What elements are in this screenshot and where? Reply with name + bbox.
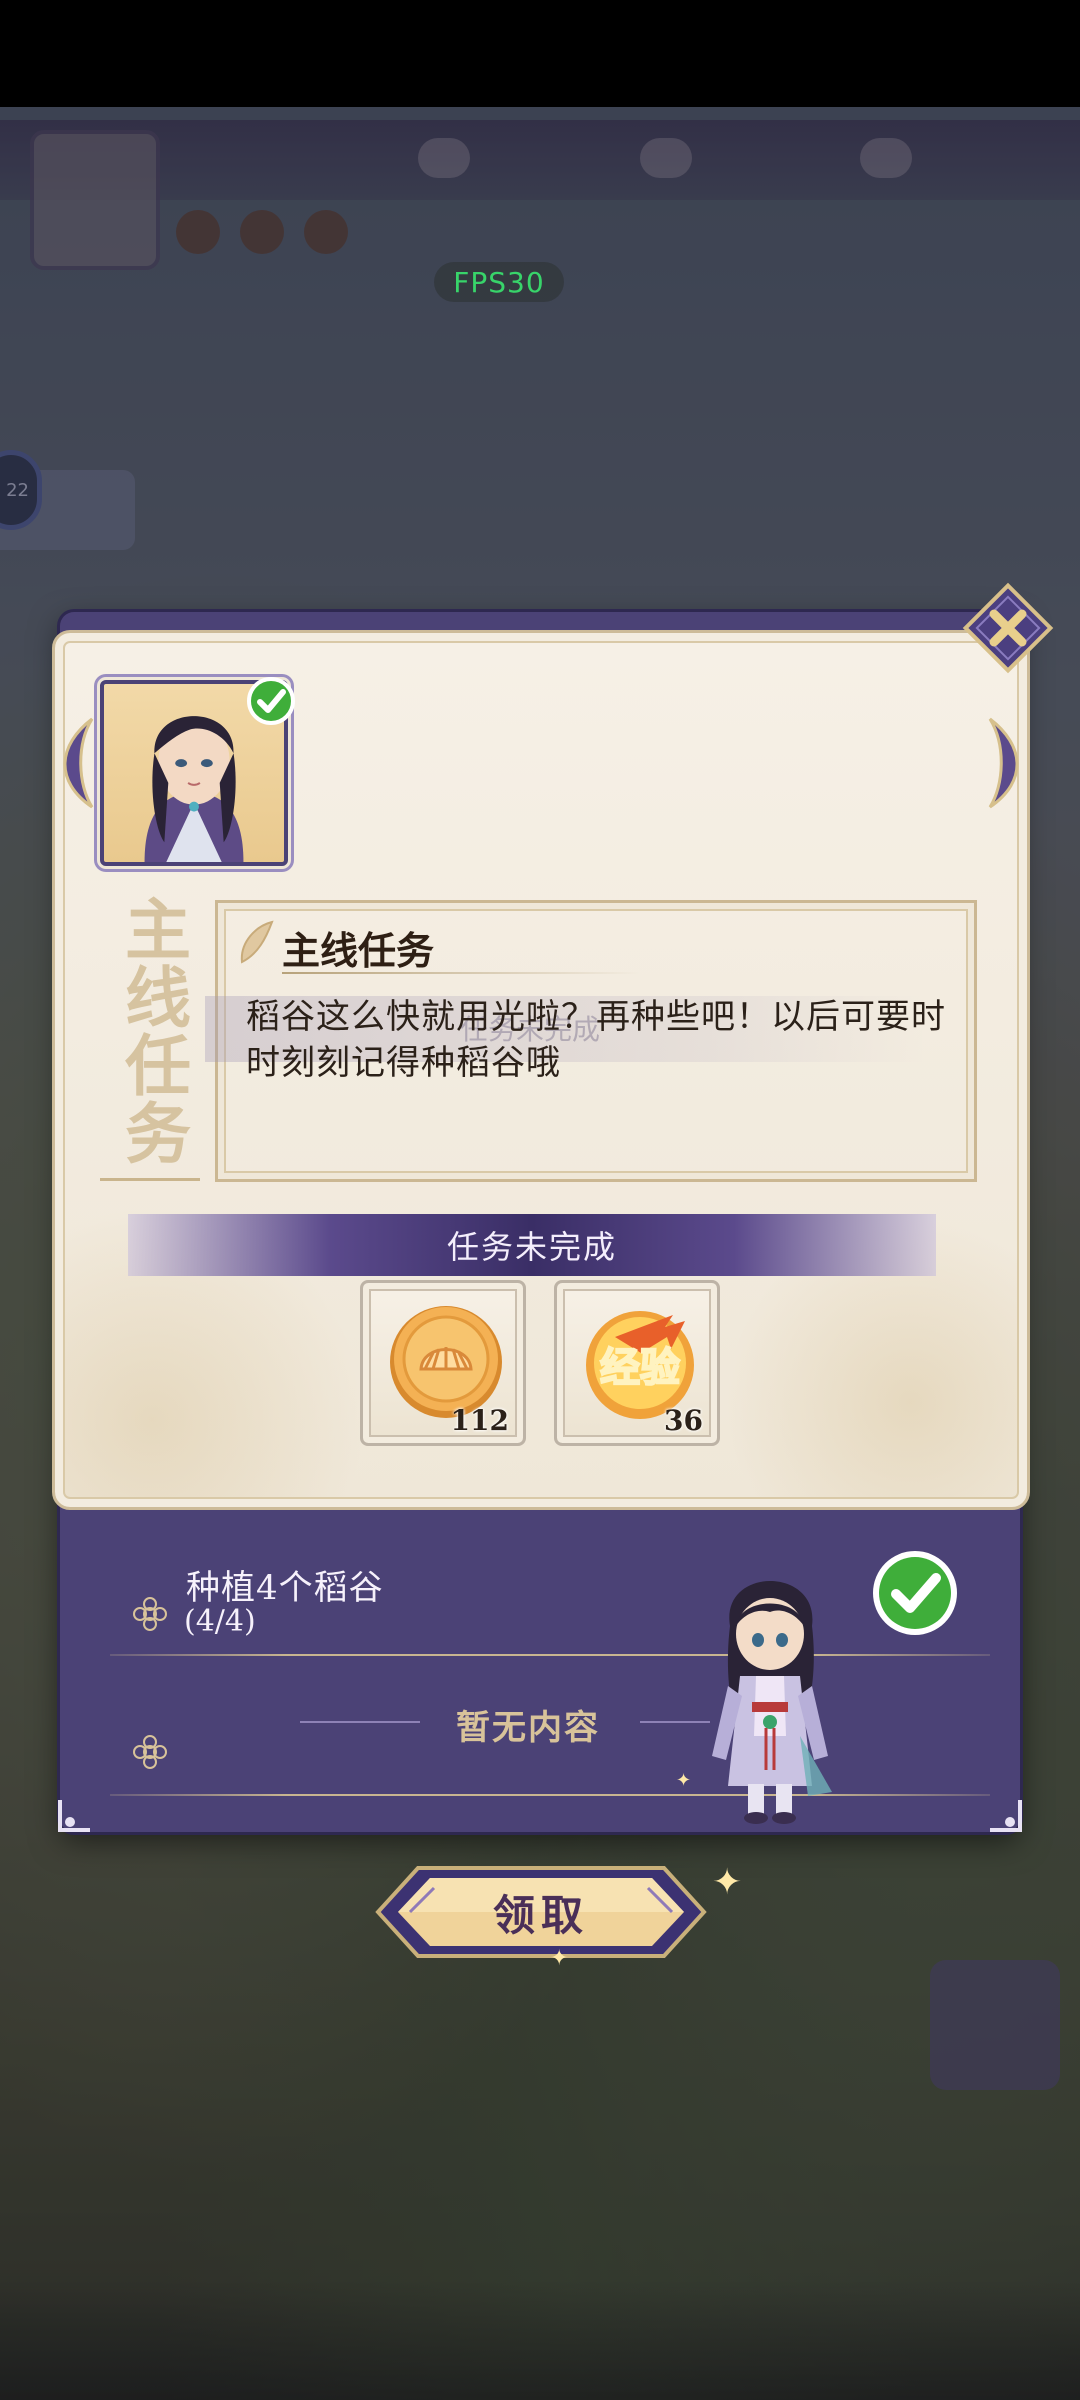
reward-item-coin[interactable]: 112	[360, 1280, 526, 1446]
close-button[interactable]	[958, 578, 1058, 678]
claim-button[interactable]: 领取	[368, 1862, 714, 1962]
npc-chibi-figure	[700, 1556, 840, 1834]
reward-count: 36	[664, 1404, 703, 1437]
close-icon	[962, 582, 1054, 674]
quest-status-band: 任务未完成	[128, 1214, 936, 1276]
left-side-ornament	[48, 715, 96, 811]
claim-button-label: 领取	[492, 1890, 589, 1940]
flower-ornament-icon	[128, 1730, 172, 1774]
fps-counter: FPS30	[434, 262, 564, 302]
corner-ornament	[984, 1796, 1024, 1836]
svg-text:经验: 经验	[600, 1344, 680, 1391]
empty-content-text: 暂无内容	[456, 1708, 600, 1748]
empty-line-left	[300, 1721, 420, 1723]
right-side-ornament	[986, 715, 1034, 811]
row-divider	[110, 1654, 990, 1656]
quest-heading: 主线任务	[282, 928, 435, 973]
quest-description: 稻谷这么快就用光啦？再种些吧！以后可要时时刻刻记得种稻谷哦	[246, 997, 946, 1083]
objective-progress: (4/4)	[184, 1604, 256, 1639]
completed-check-icon	[246, 676, 296, 726]
sparkle-icon: ✦	[712, 1862, 743, 1903]
leaf-ornament-icon	[236, 918, 276, 968]
heading-divider	[282, 972, 642, 974]
corner-ornament	[56, 1796, 96, 1836]
quest-status-text: 任务未完成	[446, 1228, 617, 1266]
reward-item-experience[interactable]: 经验 36	[554, 1280, 720, 1446]
bottom-bar	[0, 2280, 1080, 2400]
title-underline	[100, 1178, 200, 1181]
objective-complete-check-icon	[870, 1548, 960, 1638]
objective-text: 种植4个稻谷	[186, 1568, 384, 1608]
reward-count: 112	[450, 1404, 509, 1437]
flower-ornament-icon	[128, 1592, 172, 1636]
vertical-quest-title: 主线任务	[114, 895, 192, 1167]
status-bar	[0, 0, 1080, 107]
sparkle-icon: ✦	[550, 1946, 569, 1971]
sparkle-icon: ✦	[676, 1770, 692, 1791]
row-divider	[110, 1794, 990, 1796]
